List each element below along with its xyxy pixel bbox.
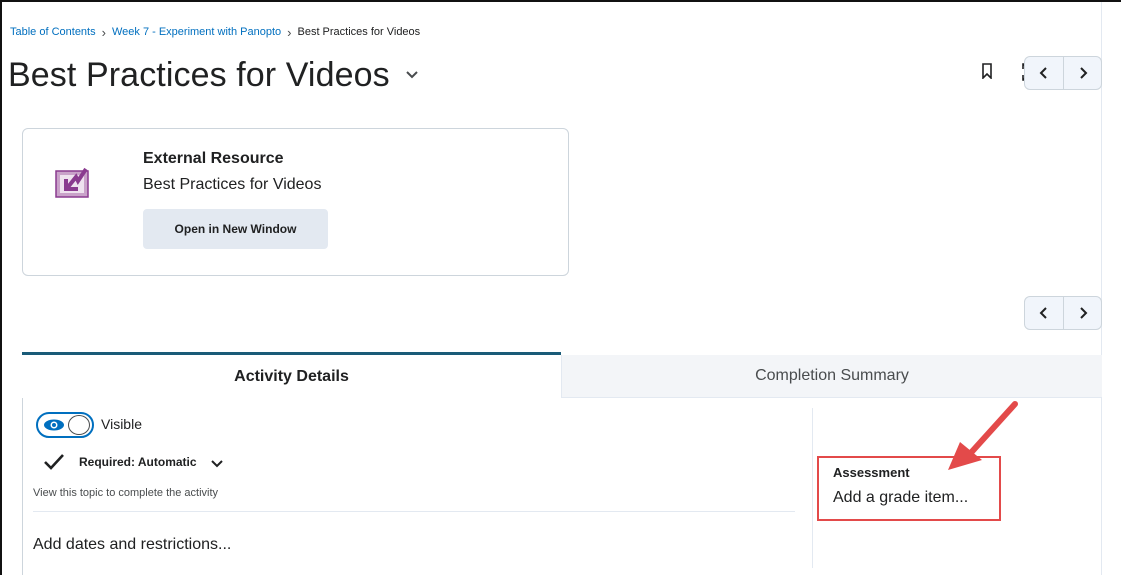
chevron-right-icon	[1079, 307, 1087, 319]
section-divider	[33, 511, 795, 512]
bookmark-icon[interactable]	[981, 63, 993, 79]
annotation-arrow-icon	[948, 401, 1018, 470]
chevron-left-icon	[1039, 307, 1047, 319]
visibility-label: Visible	[101, 416, 142, 432]
page-title-menu[interactable]: Best Practices for Videos	[8, 52, 420, 98]
breadcrumb: Table of Contents › Week 7 - Experiment …	[10, 24, 420, 40]
tab-activity-details[interactable]: Activity Details	[22, 352, 561, 398]
visibility-toggle[interactable]	[36, 412, 94, 438]
resource-name: Best Practices for Videos	[143, 176, 322, 193]
breadcrumb-table-of-contents[interactable]: Table of Contents	[10, 26, 96, 38]
tab-bar: Activity Details Completion Summary	[22, 352, 1102, 398]
external-resource-card	[22, 128, 569, 276]
breadcrumb-separator: ›	[287, 24, 292, 40]
secondary-nav-group	[1024, 296, 1102, 330]
add-grade-item-link[interactable]: Add a grade item...	[833, 489, 968, 507]
chevron-right-icon	[1079, 67, 1087, 79]
breadcrumb-separator: ›	[101, 24, 106, 40]
chevron-down-icon	[406, 71, 418, 79]
external-link-icon	[55, 167, 89, 198]
completion-hint: View this topic to complete the activity	[33, 487, 219, 499]
breadcrumb-current: Best Practices for Videos	[297, 26, 421, 38]
open-in-new-window-button[interactable]: Open in New Window	[143, 209, 328, 249]
assessment-label: Assessment	[833, 465, 910, 480]
next-button[interactable]	[1063, 297, 1101, 329]
toggle-knob	[68, 415, 90, 435]
eye-icon	[44, 419, 64, 431]
previous-topic-button[interactable]	[1025, 57, 1063, 89]
chevron-left-icon	[1039, 67, 1047, 79]
previous-button[interactable]	[1025, 297, 1063, 329]
topic-nav-group	[1024, 56, 1102, 90]
add-dates-restrictions-link[interactable]: Add dates and restrictions...	[33, 536, 231, 554]
required-completion-label[interactable]: Required: Automatic	[79, 455, 197, 469]
breadcrumb-week-7[interactable]: Week 7 - Experiment with Panopto	[112, 26, 281, 38]
chevron-down-icon[interactable]	[210, 459, 224, 468]
panel-divider	[812, 408, 813, 568]
checkmark-icon	[44, 454, 64, 470]
resource-type-label: External Resource	[143, 150, 284, 167]
tab-completion-summary[interactable]: Completion Summary	[561, 355, 1102, 398]
next-topic-button[interactable]	[1063, 57, 1101, 89]
page-title: Best Practices for Videos	[8, 55, 390, 94]
